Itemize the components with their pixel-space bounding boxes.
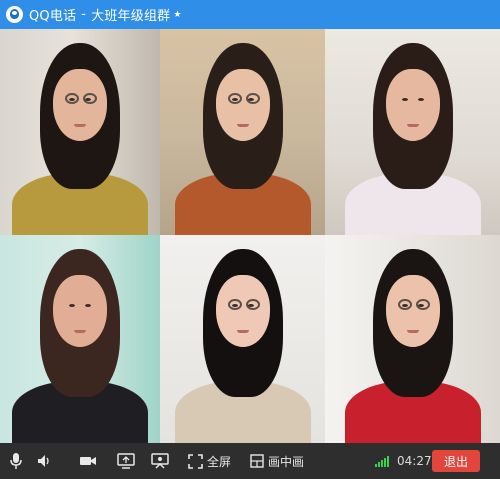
fullscreen-button[interactable]: 全屏 — [188, 443, 231, 479]
participant-eye — [417, 98, 424, 101]
participant-mouth — [74, 330, 86, 333]
picture-in-picture-label: 画中画 — [268, 454, 305, 469]
video-tile-2[interactable] — [160, 29, 325, 235]
video-tile-5[interactable] — [160, 235, 325, 443]
window-title: QQ电话 - 大班年级组群 ★ — [29, 5, 182, 24]
app-name: QQ电话 — [29, 9, 77, 24]
participant-mouth — [406, 124, 419, 127]
speaker-button[interactable] — [36, 443, 52, 479]
participant-mouth — [236, 124, 249, 127]
participant-face — [53, 275, 107, 347]
participant-eye — [247, 304, 254, 307]
qq-logo-icon — [6, 6, 23, 23]
participant-eye — [401, 304, 408, 307]
video-tile-4[interactable] — [0, 235, 160, 443]
fullscreen-icon — [188, 453, 203, 469]
signal-strength-icon — [375, 456, 389, 467]
participant-mouth — [406, 330, 419, 333]
participant-mouth — [74, 124, 86, 127]
video-tile-3[interactable] — [325, 29, 500, 235]
participant-face — [215, 275, 270, 347]
participant-eye — [85, 304, 91, 307]
participant-eye — [417, 304, 424, 307]
screen-share-icon — [117, 453, 135, 469]
call-toolbar: 全屏 画中画 04:27 退出 — [0, 443, 500, 479]
call-duration: 04:27 — [397, 454, 432, 468]
picture-in-picture-icon — [250, 454, 264, 468]
participant-eye — [231, 304, 238, 307]
participant-mouth — [236, 330, 249, 333]
participant-eye — [69, 98, 75, 101]
presentation-icon — [151, 453, 169, 469]
video-tile-6[interactable] — [325, 235, 500, 443]
fullscreen-label: 全屏 — [207, 454, 232, 469]
participant-eye — [85, 98, 91, 101]
participant-eye — [69, 304, 75, 307]
screen-share-button[interactable] — [117, 443, 135, 479]
participant-face — [215, 69, 270, 141]
camera-button[interactable] — [79, 443, 97, 479]
participant-eye — [231, 98, 238, 101]
star-icon[interactable]: ★ — [173, 10, 181, 20]
exit-call-button[interactable]: 退出 — [432, 450, 480, 472]
participant-face — [53, 69, 107, 141]
title-separator: - — [81, 7, 87, 22]
title-bar: QQ电话 - 大班年级组群 ★ — [0, 0, 500, 29]
video-grid — [0, 29, 500, 443]
video-tile-1[interactable] — [0, 29, 160, 235]
participant-eye — [247, 98, 254, 101]
presentation-button[interactable] — [151, 443, 169, 479]
participant-face — [385, 69, 440, 141]
participant-eye — [401, 98, 408, 101]
participant-face — [385, 275, 440, 347]
camera-icon — [80, 457, 96, 465]
picture-in-picture-button[interactable]: 画中画 — [250, 443, 304, 479]
group-name: 大班年级组群 — [91, 9, 171, 24]
microphone-button[interactable] — [8, 443, 24, 479]
speaker-icon — [38, 455, 49, 467]
microphone-icon — [10, 453, 22, 469]
